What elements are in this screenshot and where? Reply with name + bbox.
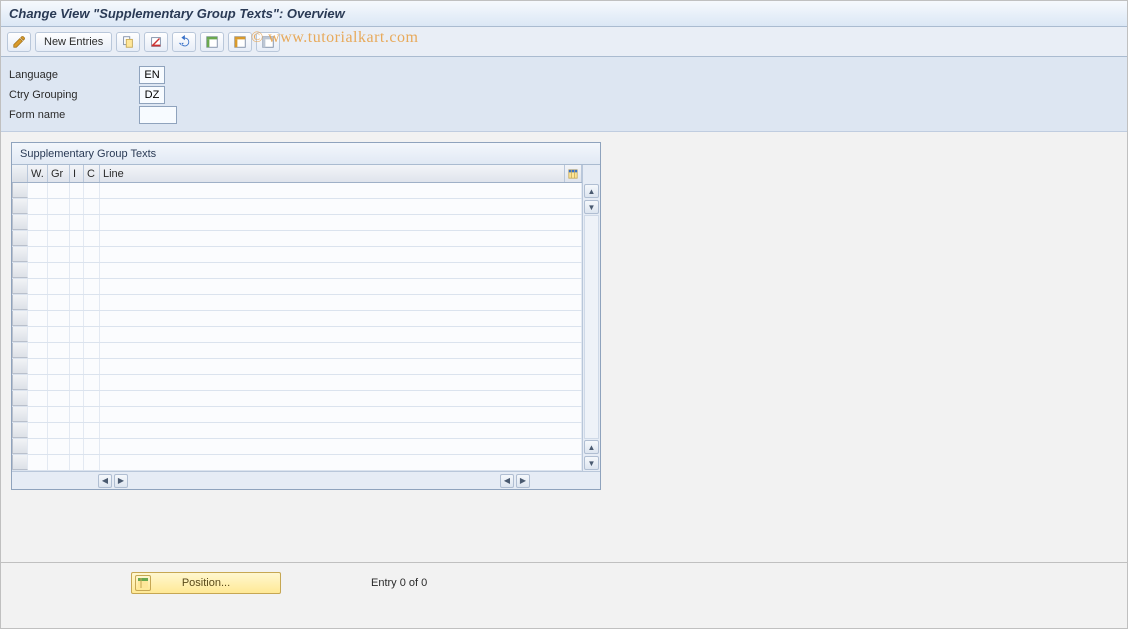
row-selector[interactable] bbox=[12, 327, 28, 342]
row-selector[interactable] bbox=[12, 247, 28, 262]
select-block-button[interactable] bbox=[228, 32, 252, 52]
table-control: Supplementary Group Texts W. Gr I C Line bbox=[11, 142, 601, 490]
scroll-down-bottom-button[interactable]: ▼ bbox=[584, 456, 599, 470]
ctry-grouping-label: Ctry Grouping bbox=[9, 89, 139, 101]
application-toolbar: New Entries © www.tutorialkart.com bbox=[1, 27, 1127, 57]
row-selector[interactable] bbox=[12, 391, 28, 406]
table-body bbox=[12, 183, 582, 471]
table-row[interactable] bbox=[12, 215, 582, 231]
toggle-display-change-button[interactable] bbox=[7, 32, 31, 52]
table-config-button[interactable] bbox=[564, 165, 582, 182]
col-header-c[interactable]: C bbox=[84, 165, 100, 182]
table-grid: W. Gr I C Line bbox=[12, 165, 582, 471]
table-row[interactable] bbox=[12, 343, 582, 359]
language-label: Language bbox=[9, 69, 139, 81]
table-row[interactable] bbox=[12, 327, 582, 343]
table-row[interactable] bbox=[12, 423, 582, 439]
delete-icon bbox=[149, 35, 163, 49]
table-row[interactable] bbox=[12, 311, 582, 327]
deselect-all-button[interactable] bbox=[256, 32, 280, 52]
select-all-icon bbox=[205, 35, 219, 49]
scroll-first-button[interactable]: ◀ bbox=[98, 474, 112, 488]
row-selector[interactable] bbox=[12, 215, 28, 230]
main-content: Supplementary Group Texts W. Gr I C Line bbox=[1, 132, 1127, 500]
table-row[interactable] bbox=[12, 199, 582, 215]
position-icon bbox=[135, 575, 151, 591]
row-selector[interactable] bbox=[12, 375, 28, 390]
entry-count-text: Entry 0 of 0 bbox=[371, 577, 427, 589]
scroll-down-button[interactable]: ▼ bbox=[584, 200, 599, 214]
app-window: Change View "Supplementary Group Texts":… bbox=[0, 0, 1128, 629]
form-name-field[interactable] bbox=[139, 106, 177, 124]
select-all-button[interactable] bbox=[200, 32, 224, 52]
row-selector[interactable] bbox=[12, 231, 28, 246]
scroll-right-button[interactable]: ◀ bbox=[500, 474, 514, 488]
scroll-track[interactable] bbox=[584, 215, 599, 439]
row-selector[interactable] bbox=[12, 423, 28, 438]
col-header-line[interactable]: Line bbox=[100, 165, 564, 182]
row-selector[interactable] bbox=[12, 343, 28, 358]
scroll-up-bottom-button[interactable]: ▲ bbox=[584, 440, 599, 454]
table-header-row: W. Gr I C Line bbox=[12, 165, 582, 183]
new-entries-button[interactable]: New Entries bbox=[35, 32, 112, 52]
deselect-all-icon bbox=[261, 35, 275, 49]
footer-bar: Position... Entry 0 of 0 bbox=[1, 562, 1127, 602]
table-row[interactable] bbox=[12, 231, 582, 247]
select-block-icon bbox=[233, 35, 247, 49]
col-selector[interactable] bbox=[12, 165, 28, 182]
pencil-icon bbox=[12, 35, 26, 49]
position-button[interactable]: Position... bbox=[131, 572, 281, 594]
table-title: Supplementary Group Texts bbox=[12, 143, 600, 165]
table-row[interactable] bbox=[12, 391, 582, 407]
scroll-left-button[interactable]: ▶ bbox=[114, 474, 128, 488]
table-row[interactable] bbox=[12, 439, 582, 455]
table-row[interactable] bbox=[12, 359, 582, 375]
table-row[interactable] bbox=[12, 455, 582, 471]
header-form: Language EN Ctry Grouping DZ Form name bbox=[1, 57, 1127, 132]
table-row[interactable] bbox=[12, 375, 582, 391]
table-row[interactable] bbox=[12, 263, 582, 279]
scroll-last-button[interactable]: ▶ bbox=[516, 474, 530, 488]
page-title: Change View "Supplementary Group Texts":… bbox=[9, 6, 345, 21]
row-selector[interactable] bbox=[12, 279, 28, 294]
scroll-up-button[interactable]: ▲ bbox=[584, 184, 599, 198]
new-entries-label: New Entries bbox=[44, 36, 103, 48]
col-header-i[interactable]: I bbox=[70, 165, 84, 182]
col-header-w[interactable]: W. bbox=[28, 165, 48, 182]
row-selector[interactable] bbox=[12, 439, 28, 454]
copy-as-button[interactable] bbox=[116, 32, 140, 52]
table-row[interactable] bbox=[12, 407, 582, 423]
row-selector[interactable] bbox=[12, 311, 28, 326]
col-header-gr[interactable]: Gr bbox=[48, 165, 70, 182]
ctry-grouping-field[interactable]: DZ bbox=[139, 86, 165, 104]
title-bar: Change View "Supplementary Group Texts":… bbox=[1, 1, 1127, 27]
undo-icon bbox=[177, 35, 191, 49]
position-label: Position... bbox=[182, 577, 230, 589]
undo-change-button[interactable] bbox=[172, 32, 196, 52]
row-selector[interactable] bbox=[12, 295, 28, 310]
table-row[interactable] bbox=[12, 247, 582, 263]
row-selector[interactable] bbox=[12, 183, 28, 198]
row-selector[interactable] bbox=[12, 407, 28, 422]
table-row[interactable] bbox=[12, 279, 582, 295]
row-selector[interactable] bbox=[12, 359, 28, 374]
horizontal-scrollbar[interactable]: ◀ ▶ ◀ ▶ bbox=[12, 471, 600, 489]
form-name-label: Form name bbox=[9, 109, 139, 121]
delete-button[interactable] bbox=[144, 32, 168, 52]
row-selector[interactable] bbox=[12, 455, 28, 470]
table-row[interactable] bbox=[12, 295, 582, 311]
table-settings-icon bbox=[568, 168, 578, 180]
copy-icon bbox=[121, 35, 135, 49]
table-row[interactable] bbox=[12, 183, 582, 199]
row-selector[interactable] bbox=[12, 263, 28, 278]
language-field[interactable]: EN bbox=[139, 66, 165, 84]
vertical-scrollbar[interactable]: ▲ ▼ ▲ ▼ bbox=[582, 165, 600, 471]
row-selector[interactable] bbox=[12, 199, 28, 214]
